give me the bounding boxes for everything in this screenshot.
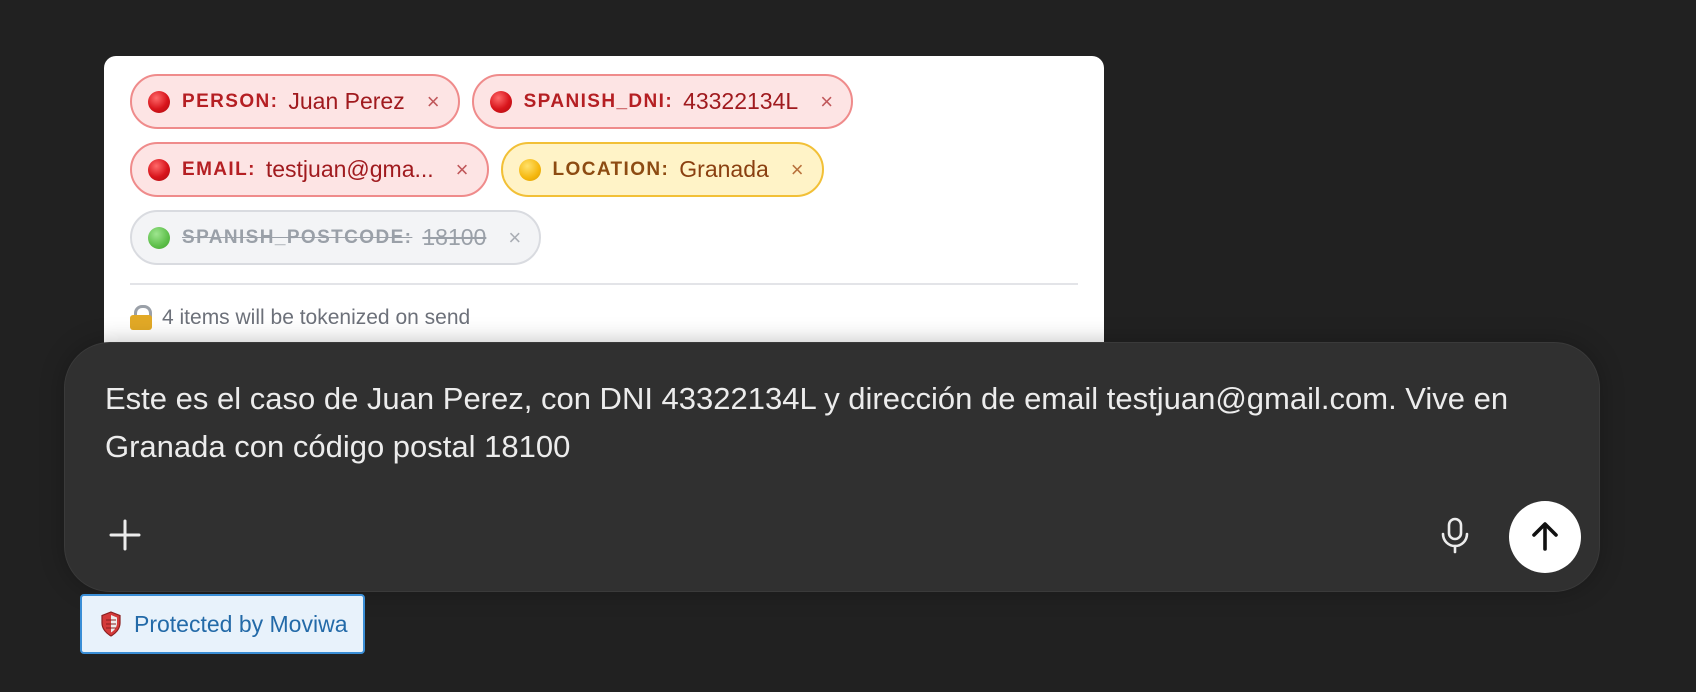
shield-icon bbox=[101, 611, 121, 637]
red-dot-icon bbox=[489, 90, 512, 113]
protected-by-badge[interactable]: Protected by Moviwa bbox=[80, 594, 366, 654]
message-input[interactable]: Este es el caso de Juan Perez, con DNI 4… bbox=[105, 375, 1555, 471]
chip-row-2: EMAIL: testjuan@gma... × LOCATION: Grana… bbox=[130, 142, 1078, 197]
chip-value: Juan Perez bbox=[288, 88, 405, 114]
message-composer: Este es el caso de Juan Perez, con DNI 4… bbox=[64, 342, 1600, 592]
pii-detection-panel: PERSON: Juan Perez × SPANISH_DNI: 433221… bbox=[104, 56, 1104, 354]
green-dot-icon bbox=[148, 226, 170, 249]
pii-chip-spanish-postcode[interactable]: SPANISH_POSTCODE: 18100 × bbox=[130, 210, 542, 265]
voice-input-button[interactable] bbox=[1435, 515, 1475, 555]
send-button[interactable] bbox=[1509, 501, 1581, 573]
chip-key: EMAIL: bbox=[182, 158, 256, 180]
chip-value: testjuan@gma... bbox=[265, 156, 434, 182]
pii-chip-spanish-dni[interactable]: SPANISH_DNI: 43322134L × bbox=[471, 74, 854, 129]
add-attachment-button[interactable] bbox=[103, 513, 147, 557]
remove-chip-icon[interactable]: × bbox=[791, 158, 804, 181]
remove-chip-icon[interactable]: × bbox=[456, 158, 469, 181]
microphone-icon bbox=[1441, 517, 1469, 554]
pii-chip-email[interactable]: EMAIL: testjuan@gma... × bbox=[130, 142, 489, 197]
remove-chip-icon[interactable]: × bbox=[508, 226, 521, 249]
chip-key: LOCATION: bbox=[552, 158, 670, 180]
chip-key: PERSON: bbox=[182, 90, 279, 112]
plus-icon bbox=[109, 519, 141, 551]
tokenize-summary-text: 4 items will be tokenized on send bbox=[162, 306, 471, 329]
pii-chip-person[interactable]: PERSON: Juan Perez × bbox=[130, 74, 460, 129]
yellow-dot-icon bbox=[518, 158, 541, 181]
protected-by-label: Protected by Moviwa bbox=[134, 610, 348, 637]
lock-icon bbox=[130, 305, 152, 331]
chip-value: Granada bbox=[679, 156, 769, 182]
chip-row-1: PERSON: Juan Perez × SPANISH_DNI: 433221… bbox=[130, 74, 1078, 129]
chip-row-3: SPANISH_POSTCODE: 18100 × bbox=[130, 210, 1078, 265]
chip-value: 43322134L bbox=[683, 88, 799, 114]
red-dot-icon bbox=[148, 90, 170, 113]
remove-chip-icon[interactable]: × bbox=[820, 90, 833, 113]
chip-value: 18100 bbox=[422, 224, 487, 250]
red-dot-icon bbox=[148, 158, 170, 181]
remove-chip-icon[interactable]: × bbox=[427, 90, 440, 113]
pii-chip-location[interactable]: LOCATION: Granada × bbox=[500, 142, 824, 197]
arrow-up-icon bbox=[1532, 522, 1558, 551]
chip-key: SPANISH_POSTCODE: bbox=[182, 226, 413, 248]
chip-key: SPANISH_DNI: bbox=[523, 90, 674, 112]
